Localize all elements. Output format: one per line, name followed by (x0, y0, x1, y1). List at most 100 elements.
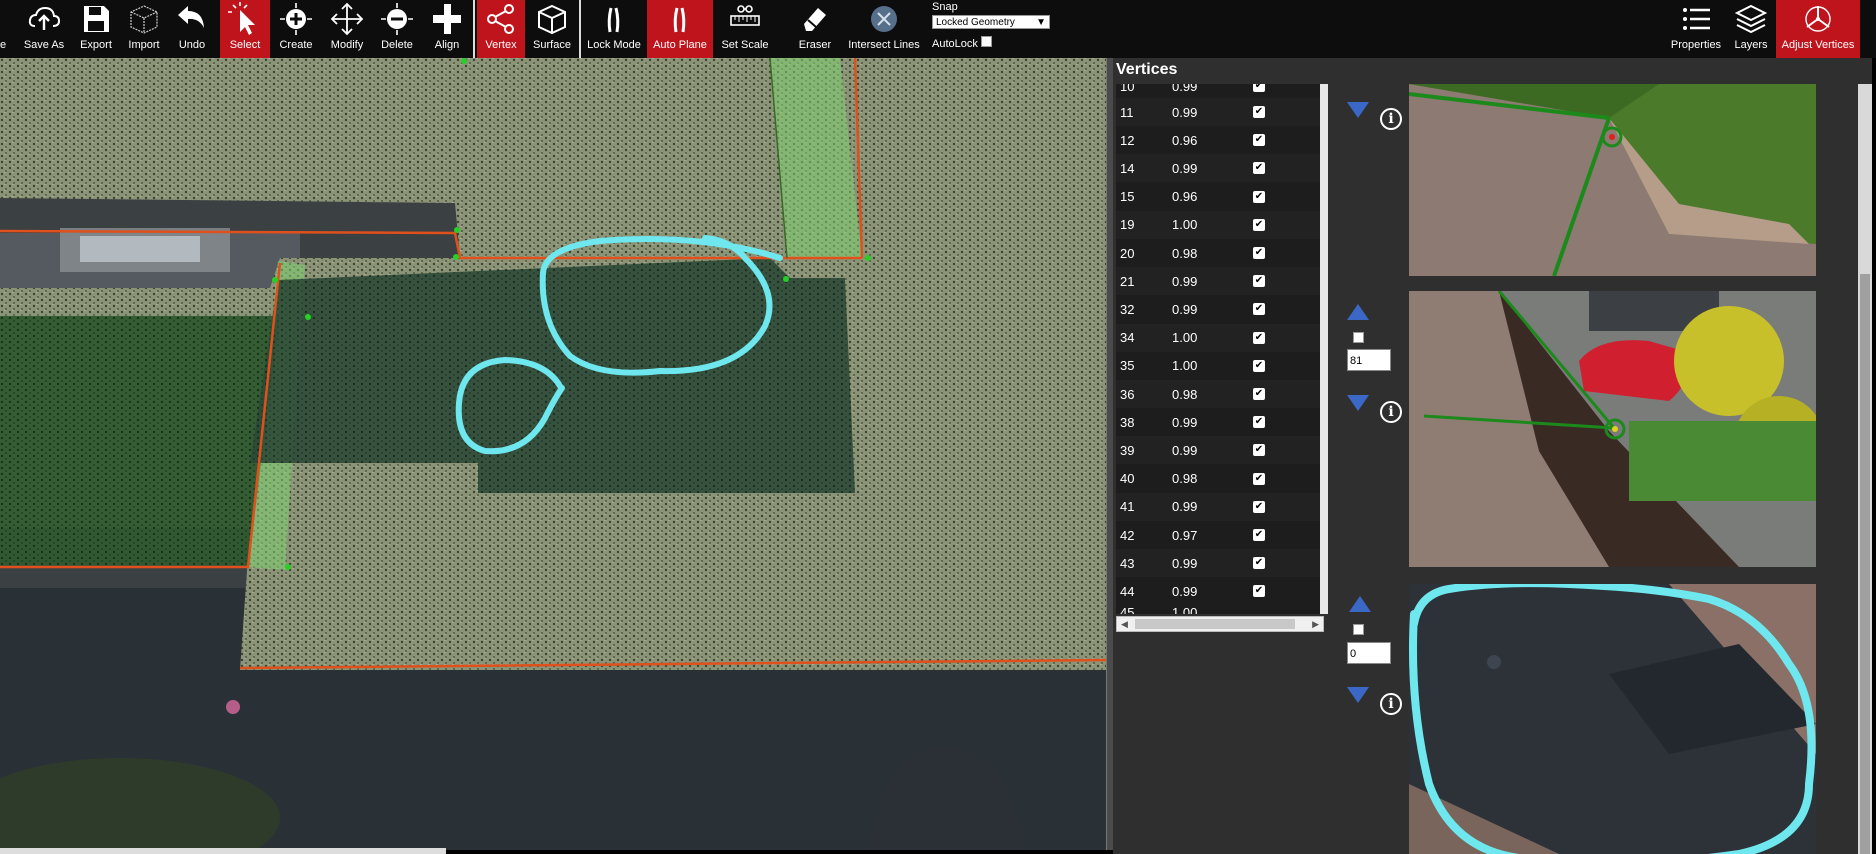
delete-minus-icon (381, 3, 413, 35)
autolock-checkbox[interactable] (980, 35, 992, 47)
vertex-checkbox[interactable]: ✔ (1253, 275, 1265, 288)
vertex-index: 20 (1120, 245, 1135, 261)
vertex-checkbox[interactable]: ✔ (1253, 162, 1265, 175)
vertex-index: 21 (1120, 273, 1135, 289)
vertices-vertical-scrollbar[interactable] (1320, 84, 1328, 614)
toolbar-label: Create (279, 39, 313, 51)
table-row[interactable]: 15 0.96 ✔ (1116, 183, 1326, 211)
photo-1-next-button[interactable] (1347, 102, 1369, 118)
vertex-checkbox[interactable]: ✔ (1253, 106, 1265, 118)
photo-3[interactable] (1409, 584, 1816, 854)
photo-2-prev-button[interactable] (1347, 304, 1369, 320)
auto-plane-button[interactable]: Auto Plane (647, 0, 713, 58)
photo-2[interactable] (1409, 291, 1816, 567)
point-cloud-viewport[interactable] (0, 58, 1106, 850)
scroll-right-icon[interactable]: ▶ (1312, 619, 1319, 630)
layers-icon (1734, 4, 1768, 34)
vertex-checkbox[interactable]: ✔ (1253, 331, 1265, 344)
vertex-checkbox[interactable]: ✔ (1253, 444, 1265, 457)
set-scale-button[interactable]: Set Scale (718, 0, 772, 58)
vertex-checkbox[interactable]: ✔ (1253, 557, 1265, 570)
vertex-index: 38 (1120, 414, 1135, 430)
eraser-button[interactable]: Eraser (792, 0, 838, 58)
table-row[interactable]: 36 0.98 ✔ (1116, 380, 1326, 408)
table-row[interactable]: 38 0.99 ✔ (1116, 408, 1326, 436)
align-button[interactable]: Align (426, 0, 468, 58)
vertex-checkbox[interactable]: ✔ (1253, 472, 1265, 485)
vertex-confidence: 0.98 (1172, 245, 1198, 261)
create-button[interactable]: Create (276, 0, 316, 58)
photo-3-value-input[interactable]: 0 (1347, 642, 1391, 664)
vertex-checkbox[interactable]: ✔ (1253, 416, 1265, 429)
vertex-checkbox[interactable]: ✔ (1253, 134, 1265, 147)
table-row[interactable]: 43 0.99 ✔ (1116, 549, 1326, 578)
vertex-checkbox[interactable]: ✔ (1253, 388, 1265, 400)
vertex-checkbox[interactable]: ✔ (1253, 585, 1265, 598)
vertex-checkbox[interactable]: ✔ (1253, 247, 1265, 259)
table-row[interactable]: 41 0.99 ✔ (1116, 492, 1326, 521)
table-row[interactable]: 42 0.97 ✔ (1116, 521, 1326, 549)
scroll-left-icon[interactable]: ◀ (1121, 619, 1128, 630)
info-icon[interactable]: i (1380, 693, 1402, 715)
table-row[interactable]: 35 1.00 ✔ (1116, 352, 1326, 380)
photo-2-next-button[interactable] (1347, 395, 1369, 411)
table-row[interactable]: 14 0.99 ✔ (1116, 154, 1326, 183)
select-button[interactable]: Select (220, 0, 270, 58)
vertex-index: 35 (1120, 358, 1135, 374)
snap-control: Snap Locked Geometry ▼ (932, 1, 1050, 29)
viewport-divider[interactable] (1106, 58, 1113, 850)
table-row[interactable]: 19 1.00 ✔ (1116, 210, 1326, 239)
delete-button[interactable]: Delete (376, 0, 418, 58)
undo-button[interactable]: Undo (172, 0, 212, 58)
vertices-horizontal-scrollbar[interactable]: ◀ ▶ (1116, 616, 1324, 632)
photo-2-checkbox[interactable] (1353, 332, 1364, 343)
photo-3-checkbox[interactable] (1353, 624, 1364, 635)
vertex-confidence: 0.99 (1172, 273, 1198, 289)
vertex-checkbox[interactable]: ✔ (1253, 84, 1265, 92)
panel-scrollbar[interactable] (1858, 84, 1872, 854)
vertex-button[interactable]: Vertex (477, 0, 525, 58)
table-row[interactable]: 34 1.00 ✔ (1116, 323, 1326, 352)
table-row[interactable]: 20 0.98 ✔ (1116, 239, 1326, 267)
lock-mode-button[interactable]: Lock Mode (584, 0, 644, 58)
photo-2-value-input[interactable]: 81 (1347, 349, 1391, 371)
adjust-vertices-button[interactable]: Adjust Vertices (1776, 0, 1860, 58)
table-row[interactable]: 21 0.99 ✔ (1116, 267, 1326, 296)
surface-button[interactable]: Surface (529, 0, 575, 58)
table-row[interactable]: 32 0.99 ✔ (1116, 295, 1326, 323)
vertices-table[interactable]: 10 0.99 ✔ 11 0.99 ✔ 12 0.96 ✔ 14 0.99 ✔ 15 0.96 ✔ 19… (1116, 84, 1326, 614)
modify-button[interactable]: Modify (326, 0, 368, 58)
photo-3-next-button[interactable] (1347, 687, 1369, 703)
table-row[interactable]: 12 0.96 ✔ (1116, 126, 1326, 154)
vertex-checkbox[interactable]: ✔ (1253, 190, 1265, 203)
scroll-thumb[interactable] (1135, 619, 1295, 629)
vertex-confidence: 0.98 (1172, 386, 1198, 402)
import-button[interactable]: Import (122, 0, 166, 58)
table-row[interactable]: 39 0.99 ✔ (1116, 436, 1326, 465)
vertex-checkbox[interactable]: ✔ (1253, 303, 1265, 316)
move-arrows-icon (330, 2, 364, 36)
vertex-index: 19 (1120, 217, 1135, 233)
snap-select[interactable]: Locked Geometry ▼ (932, 15, 1050, 29)
photo-1[interactable] (1409, 84, 1816, 276)
intersect-lines-button[interactable]: Intersect Lines (844, 0, 924, 58)
photo-3-prev-button[interactable] (1349, 596, 1371, 612)
undo-arrow-icon (178, 6, 204, 28)
table-row[interactable]: 11 0.99 ✔ (1116, 98, 1326, 126)
export-button[interactable]: Export (76, 0, 116, 58)
vertex-checkbox[interactable]: ✔ (1253, 218, 1265, 231)
info-icon[interactable]: i (1380, 401, 1402, 423)
save-as-button[interactable]: Save As (22, 0, 66, 58)
vertex-checkbox[interactable]: ✔ (1253, 529, 1265, 541)
tripod-icon (1805, 6, 1831, 32)
vertex-index: 43 (1120, 555, 1135, 571)
info-icon[interactable]: i (1380, 108, 1402, 130)
panel-scroll-thumb[interactable] (1860, 274, 1870, 854)
properties-button[interactable]: Properties (1668, 0, 1724, 58)
table-row[interactable]: 45 1.00 (1116, 598, 1326, 615)
layers-button[interactable]: Layers (1728, 0, 1774, 58)
vertex-checkbox[interactable]: ✔ (1253, 359, 1265, 372)
vertex-checkbox[interactable]: ✔ (1253, 500, 1265, 513)
table-row[interactable]: 40 0.98 ✔ (1116, 465, 1326, 493)
toolbar-button-partial[interactable]: e (0, 0, 10, 58)
